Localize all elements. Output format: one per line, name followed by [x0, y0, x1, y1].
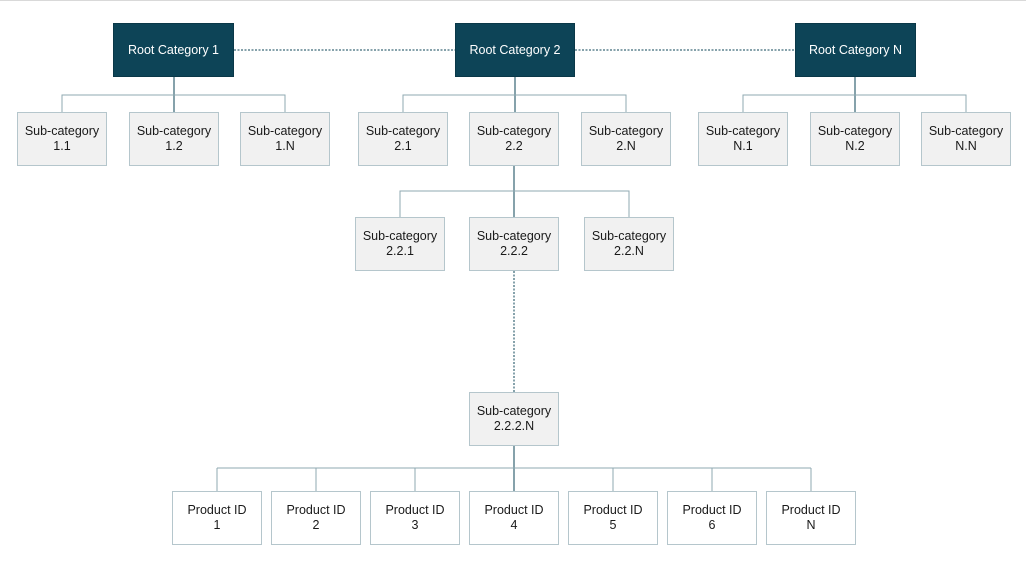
node-label-line2: 2.2 [505, 139, 523, 153]
subcategory-1-2[interactable]: Sub-category 1.2 [129, 112, 219, 166]
product-3[interactable]: Product ID 3 [370, 491, 460, 545]
subcategory-2-2-1[interactable]: Sub-category 2.2.1 [355, 217, 445, 271]
node-label-line2: N [806, 518, 816, 532]
subcategory-2-2-2-n[interactable]: Sub-category 2.2.2.N [469, 392, 559, 446]
product-1[interactable]: Product ID 1 [172, 491, 262, 545]
node-label-line1: Sub-category [476, 404, 552, 418]
node-label-line2: 1.N [275, 139, 295, 153]
node-label-line1: Product ID [286, 503, 346, 517]
root-category-1[interactable]: Root Category 1 [113, 23, 234, 77]
node-label-line1: Sub-category [817, 124, 893, 138]
subcategory-1-1[interactable]: Sub-category 1.1 [17, 112, 107, 166]
node-label-line2: 6 [708, 518, 716, 532]
node-label-line2: N.1 [733, 139, 753, 153]
node-label-line1: Sub-category [362, 229, 438, 243]
connector-layer [61, 49, 967, 491]
node-label: Root Category 1 [127, 42, 220, 57]
node-label-line2: 2.2.2.N [493, 419, 535, 433]
product-n[interactable]: Product ID N [766, 491, 856, 545]
node-label: Root Category N [808, 42, 903, 57]
node-label-line2: 2.N [616, 139, 636, 153]
node-label-line1: Product ID [187, 503, 247, 517]
node-label-line2: 2.2.2 [500, 244, 528, 258]
node-label-line2: 4 [510, 518, 518, 532]
node-label-line1: Sub-category [705, 124, 781, 138]
node-label-line1: Sub-category [591, 229, 667, 243]
root-category-2[interactable]: Root Category 2 [455, 23, 575, 77]
node-label-line1: Product ID [385, 503, 445, 517]
node-label-line2: 1 [213, 518, 221, 532]
node-label-line2: 1.2 [165, 139, 183, 153]
node-label-line2: 2 [312, 518, 320, 532]
product-6[interactable]: Product ID 6 [667, 491, 757, 545]
node-label: Root Category 2 [469, 42, 561, 57]
node-label-line1: Sub-category [476, 124, 552, 138]
subcategory-n-2[interactable]: Sub-category N.2 [810, 112, 900, 166]
node-label-line2: 2.2.N [614, 244, 644, 258]
node-label-line1: Product ID [781, 503, 841, 517]
node-label-line1: Sub-category [24, 124, 100, 138]
node-label-line2: 2.1 [394, 139, 412, 153]
node-label-line2: 3 [411, 518, 419, 532]
subcategory-2-2-2[interactable]: Sub-category 2.2.2 [469, 217, 559, 271]
node-label-line1: Sub-category [476, 229, 552, 243]
subcategory-2-2-n[interactable]: Sub-category 2.2.N [584, 217, 674, 271]
node-label-line1: Product ID [484, 503, 544, 517]
subcategory-2-n[interactable]: Sub-category 2.N [581, 112, 671, 166]
node-label-line1: Sub-category [588, 124, 664, 138]
node-label-line1: Sub-category [136, 124, 212, 138]
node-label-line2: N.N [955, 139, 977, 153]
node-label-line1: Product ID [583, 503, 643, 517]
node-label-line1: Sub-category [928, 124, 1004, 138]
node-label-line1: Sub-category [365, 124, 441, 138]
root-category-n[interactable]: Root Category N [795, 23, 916, 77]
subcategory-n-n[interactable]: Sub-category N.N [921, 112, 1011, 166]
node-label-line2: 1.1 [53, 139, 71, 153]
node-label-line2: 5 [609, 518, 617, 532]
node-label-line2: 2.2.1 [386, 244, 414, 258]
product-2[interactable]: Product ID 2 [271, 491, 361, 545]
node-label-line1: Sub-category [247, 124, 323, 138]
node-label-line1: Product ID [682, 503, 742, 517]
subcategory-2-2[interactable]: Sub-category 2.2 [469, 112, 559, 166]
subcategory-n-1[interactable]: Sub-category N.1 [698, 112, 788, 166]
node-label-line2: N.2 [845, 139, 865, 153]
subcategory-2-1[interactable]: Sub-category 2.1 [358, 112, 448, 166]
product-5[interactable]: Product ID 5 [568, 491, 658, 545]
product-4[interactable]: Product ID 4 [469, 491, 559, 545]
subcategory-1-n[interactable]: Sub-category 1.N [240, 112, 330, 166]
